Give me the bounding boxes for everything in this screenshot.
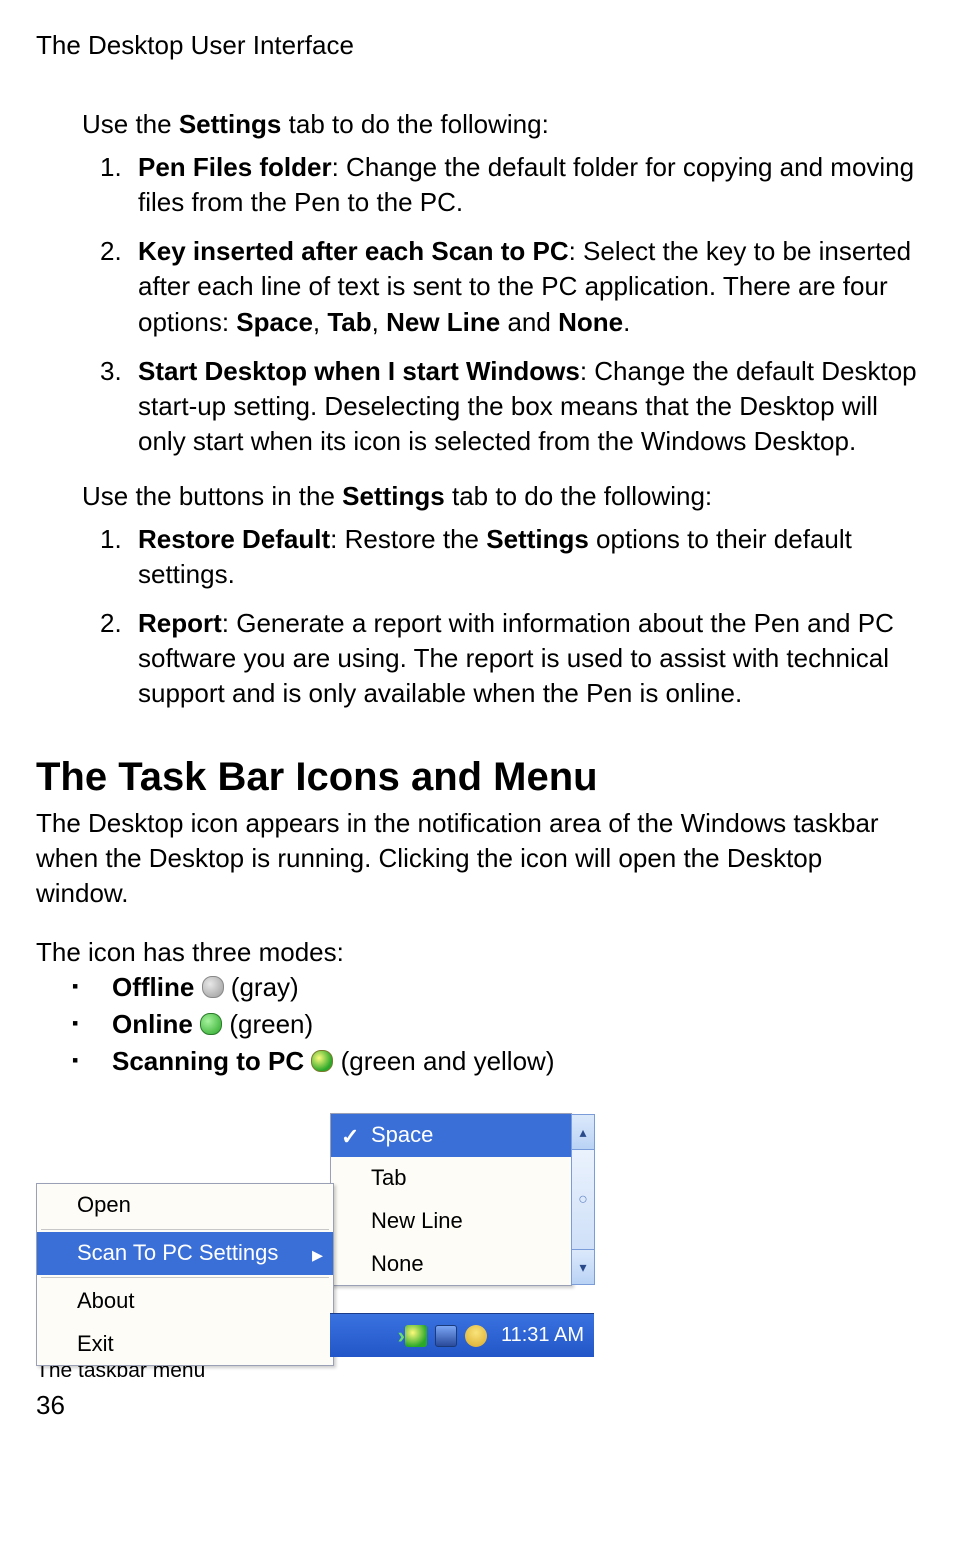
pen-icon-green <box>200 1013 222 1035</box>
option-space: Space <box>236 307 313 337</box>
list-number: 2. <box>100 606 138 711</box>
menu-about[interactable]: About <box>37 1280 333 1323</box>
list-item: 2. Report: Generate a report with inform… <box>100 606 918 711</box>
settings-word: Settings <box>179 109 282 139</box>
scroll-top-button[interactable]: ▴ <box>571 1114 595 1150</box>
menu-label: Scan To PC Settings <box>77 1240 278 1265</box>
list-item: ▪ Scanning to PC (green and yellow) <box>72 1044 918 1079</box>
submenu-arrow-icon: ▸ <box>312 1240 323 1271</box>
scroll-track[interactable]: ○ <box>571 1150 595 1249</box>
settings-word: Settings <box>342 481 445 511</box>
mode-offline-label: Offline <box>112 972 194 1002</box>
text: Use the <box>82 109 179 139</box>
submenu-label: None <box>371 1251 424 1276</box>
bullet: ▪ <box>72 970 112 1005</box>
pen-icon-gray <box>202 976 224 998</box>
pen-icon-green-yellow <box>311 1050 333 1072</box>
list-item: ▪ Offline (gray) <box>72 970 918 1005</box>
text: tab to do the following: <box>445 481 712 511</box>
list-body: Online (green) <box>112 1007 918 1042</box>
option-none: None <box>558 307 623 337</box>
text: : Restore the <box>330 524 486 554</box>
text: , <box>372 307 386 337</box>
tray-icons <box>405 1325 487 1347</box>
list-item: 1. Restore Default: Restore the Settings… <box>100 522 918 592</box>
text: , <box>313 307 327 337</box>
settings-word: Settings <box>486 524 589 554</box>
list-item: 1. Pen Files folder: Change the default … <box>100 150 918 220</box>
list-item: 3. Start Desktop when I start Windows: C… <box>100 354 918 459</box>
list-body: Start Desktop when I start Windows: Chan… <box>138 354 918 459</box>
menu-exit[interactable]: Exit <box>37 1323 333 1366</box>
option-tab: Tab <box>327 307 371 337</box>
tray-monitor-icon[interactable] <box>435 1325 457 1347</box>
tray-user-icon[interactable] <box>465 1325 487 1347</box>
text: Use the buttons in the <box>82 481 342 511</box>
page-number: 36 <box>36 1388 918 1423</box>
list-item: 2. Key inserted after each Scan to PC: S… <box>100 234 918 339</box>
settings-tab-list: 1. Pen Files folder: Change the default … <box>100 150 918 459</box>
submenu-label: Tab <box>371 1165 406 1190</box>
list-body: Scanning to PC (green and yellow) <box>112 1044 918 1079</box>
menu-separator <box>41 1229 329 1230</box>
taskbar-menu-screenshot: ✓ Space Tab New Line None ▴ ○ ▾ Open Sca… <box>36 1113 570 1357</box>
menu-separator <box>41 1277 329 1278</box>
bullet: ▪ <box>72 1007 112 1042</box>
submenu-tab[interactable]: Tab <box>331 1157 571 1200</box>
intro-settings-buttons: Use the buttons in the Settings tab to d… <box>82 479 918 514</box>
section-heading-taskbar: The Task Bar Icons and Menu <box>36 750 918 804</box>
text: (green) <box>222 1009 313 1039</box>
text: tab to do the following: <box>281 109 548 139</box>
menu-open[interactable]: Open <box>37 1184 333 1227</box>
list-number: 3. <box>100 354 138 459</box>
modes-intro: The icon has three modes: <box>36 935 918 970</box>
list-body: Restore Default: Restore the Settings op… <box>138 522 918 592</box>
text: : Generate a report with information abo… <box>138 608 894 708</box>
submenu-new-line[interactable]: New Line <box>331 1200 571 1243</box>
page-header: The Desktop User Interface <box>36 28 918 63</box>
submenu-space[interactable]: ✓ Space <box>331 1114 571 1157</box>
report-label: Report <box>138 608 222 638</box>
scroll-bottom-button[interactable]: ▾ <box>571 1249 595 1285</box>
bullet: ▪ <box>72 1044 112 1079</box>
mode-online-label: Online <box>112 1009 193 1039</box>
check-icon: ✓ <box>341 1122 359 1153</box>
submenu-scroll: ▴ ○ ▾ <box>571 1114 595 1285</box>
text: and <box>500 307 558 337</box>
list-item: ▪ Online (green) <box>72 1007 918 1042</box>
tray-clock: 11:31 AM <box>501 1322 584 1349</box>
submenu-none[interactable]: None <box>331 1243 571 1286</box>
mode-scanning-label: Scanning to PC <box>112 1046 304 1076</box>
settings-buttons-list: 1. Restore Default: Restore the Settings… <box>100 522 918 711</box>
text: (gray) <box>224 972 299 1002</box>
list-number: 1. <box>100 150 138 220</box>
submenu-label: New Line <box>371 1208 463 1233</box>
list-body: Offline (gray) <box>112 970 918 1005</box>
list-number: 1. <box>100 522 138 592</box>
windows-taskbar-tray: › 11:31 AM <box>330 1313 594 1357</box>
start-desktop-label: Start Desktop when I start Windows <box>138 356 580 386</box>
text: . <box>623 307 630 337</box>
modes-list: ▪ Offline (gray) ▪ Online (green) ▪ Scan… <box>72 970 918 1079</box>
pen-files-folder-label: Pen Files folder <box>138 152 332 182</box>
section-paragraph: The Desktop icon appears in the notifica… <box>36 806 918 911</box>
intro-settings-tab: Use the Settings tab to do the following… <box>82 107 918 142</box>
key-inserted-label: Key inserted after each Scan to PC <box>138 236 569 266</box>
submenu-label: Space <box>371 1122 433 1147</box>
list-body: Key inserted after each Scan to PC: Sele… <box>138 234 918 339</box>
list-body: Report: Generate a report with informati… <box>138 606 918 711</box>
list-body: Pen Files folder: Change the default fol… <box>138 150 918 220</box>
tray-expand-icon[interactable]: › <box>398 1321 405 1351</box>
scan-to-pc-submenu: ✓ Space Tab New Line None ▴ ○ ▾ <box>330 1113 572 1286</box>
menu-label: Exit <box>77 1331 114 1356</box>
menu-scan-to-pc-settings[interactable]: Scan To PC Settings ▸ <box>37 1232 333 1275</box>
list-number: 2. <box>100 234 138 339</box>
restore-default-label: Restore Default <box>138 524 330 554</box>
menu-label: Open <box>77 1192 131 1217</box>
menu-label: About <box>77 1288 135 1313</box>
taskbar-context-menu: Open Scan To PC Settings ▸ About Exit <box>36 1183 334 1366</box>
tray-pen-icon[interactable] <box>405 1325 427 1347</box>
option-new-line: New Line <box>386 307 500 337</box>
text: (green and yellow) <box>333 1046 554 1076</box>
